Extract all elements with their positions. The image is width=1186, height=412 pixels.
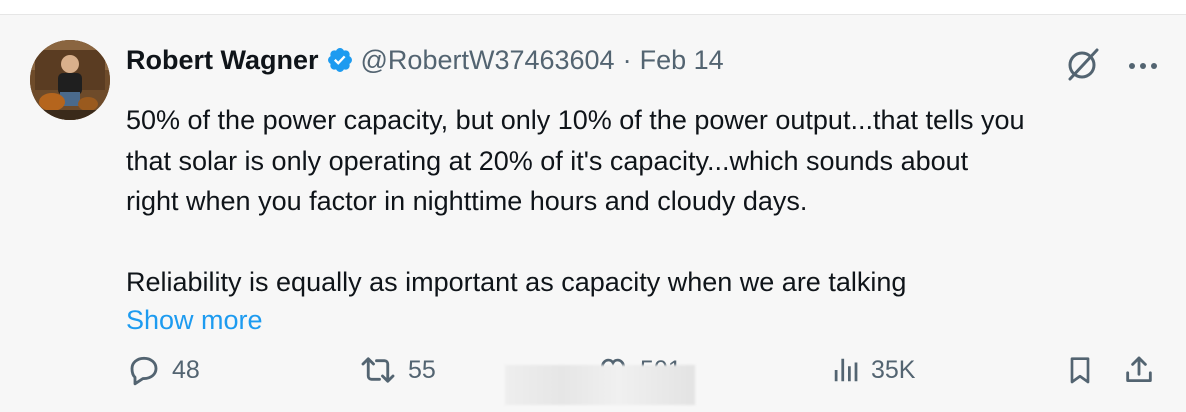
blurred-overlay <box>505 365 695 405</box>
repost-icon <box>361 357 395 383</box>
separator-dot: · <box>622 44 632 75</box>
bookmark-button[interactable] <box>1064 350 1106 390</box>
grok-icon[interactable] <box>1064 45 1102 88</box>
author-name[interactable]: Robert Wagner <box>126 45 319 76</box>
repost-count: 55 <box>408 355 436 384</box>
show-more-link[interactable]: Show more <box>126 300 263 340</box>
reply-count: 48 <box>172 355 200 384</box>
tweet-header: Robert Wagner @RobertW37463604 · Feb 14 <box>126 43 724 77</box>
more-dots-icon[interactable] <box>1128 58 1158 76</box>
share-icon <box>1126 356 1152 383</box>
repost-button[interactable]: 55 <box>358 350 436 390</box>
reply-button[interactable]: 48 <box>126 350 200 390</box>
author-handle[interactable]: @RobertW37463604 <box>361 45 615 76</box>
share-button[interactable] <box>1122 350 1166 390</box>
tweet-text: 50% of the power capacity, but only 10% … <box>126 105 1025 297</box>
view-count: 35K <box>871 355 916 384</box>
avatar[interactable] <box>30 40 110 120</box>
views-icon <box>834 358 858 382</box>
tweet-card[interactable]: Robert Wagner @RobertW37463604 · Feb 14 <box>0 15 1186 412</box>
top-divider <box>0 0 1186 15</box>
header-actions <box>1064 45 1158 88</box>
bookmark-icon <box>1070 357 1090 384</box>
verified-badge-icon <box>326 46 354 74</box>
views-button[interactable]: 35K <box>831 350 915 390</box>
tweet-date[interactable]: Feb 14 <box>640 45 724 76</box>
reply-icon <box>130 356 158 386</box>
